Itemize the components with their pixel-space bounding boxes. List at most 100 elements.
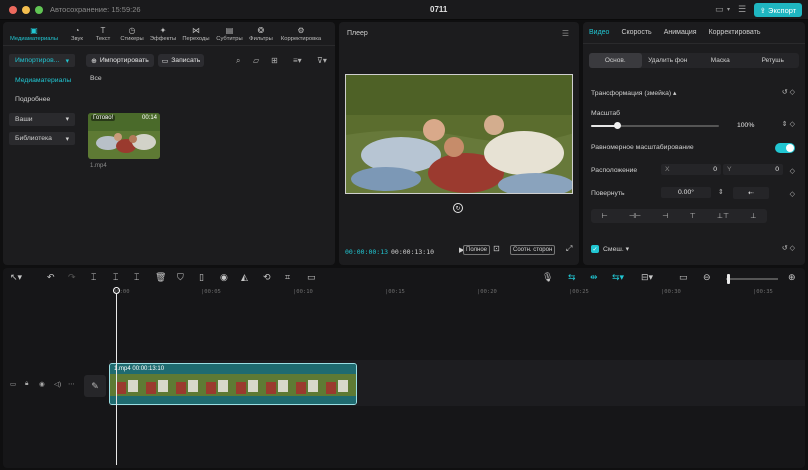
subtab-basic[interactable]: Основ. bbox=[589, 53, 642, 68]
scale-value[interactable]: 100% bbox=[733, 120, 758, 131]
tab-audio[interactable]: ◔ Звук bbox=[65, 22, 89, 45]
split-icon[interactable]: ⌶ bbox=[91, 272, 96, 283]
mirror-icon[interactable]: ◭ bbox=[241, 272, 248, 283]
tab-filters[interactable]: ❂ Фильтры bbox=[246, 22, 276, 45]
edit-cover-button[interactable]: ✎ bbox=[84, 375, 106, 397]
crop-icon[interactable]: ⌗ bbox=[285, 272, 290, 283]
timeline-video-clip[interactable]: 1.mp4 00:00:13:10 bbox=[109, 363, 357, 405]
tab-transitions[interactable]: ⋈ Переходы bbox=[179, 22, 213, 45]
close-window-button[interactable] bbox=[9, 6, 17, 14]
sidebar-item-library[interactable]: Библиотека ▾ bbox=[9, 132, 75, 145]
microphone-icon[interactable]: 🎙︎ bbox=[542, 272, 553, 283]
undo-icon[interactable]: ↶ bbox=[47, 272, 55, 283]
tab-subtitles[interactable]: ▤ Субтитры bbox=[213, 22, 246, 45]
keyframe-icon[interactable]: ◇ bbox=[790, 167, 795, 175]
zoom-slider-knob[interactable] bbox=[727, 274, 730, 284]
sidebar-item-import[interactable]: Импортиров... ▾ bbox=[9, 54, 75, 67]
subtab-mask[interactable]: Маска bbox=[694, 53, 747, 68]
align-left-icon[interactable]: ⊢ bbox=[602, 212, 608, 220]
blend-checkbox[interactable]: ✓ bbox=[591, 245, 599, 253]
search-icon[interactable]: ⌕ bbox=[236, 56, 240, 66]
sort-icon[interactable]: ≡▾ bbox=[293, 56, 302, 65]
select-tool-icon[interactable]: ↖▾ bbox=[10, 272, 22, 283]
reset-keyframe-icons[interactable]: ↺ ◇ bbox=[782, 244, 795, 252]
freeze-icon[interactable]: ▯ bbox=[199, 272, 204, 283]
tab-text[interactable]: T Текст bbox=[89, 22, 117, 45]
zoom-slider[interactable] bbox=[726, 278, 778, 280]
zoom-out-icon[interactable]: ⊖ bbox=[703, 272, 711, 283]
aspect-icon[interactable]: ▭ bbox=[307, 272, 316, 283]
uniform-scale-toggle[interactable] bbox=[775, 143, 795, 153]
redo-icon[interactable]: ↷ bbox=[68, 272, 76, 283]
cover-icon[interactable]: ▭ bbox=[10, 380, 16, 388]
playhead-line[interactable] bbox=[116, 293, 117, 465]
filter-icon[interactable]: ⊽▾ bbox=[317, 56, 327, 65]
full-view-button[interactable]: Полное bbox=[463, 245, 491, 255]
menu-icon[interactable]: ☰ bbox=[738, 4, 746, 15]
import-button[interactable]: ⊕ Импортировать bbox=[86, 54, 154, 67]
minimize-window-button[interactable] bbox=[22, 6, 30, 14]
reset-keyframe-icons[interactable]: ↺ ◇ bbox=[782, 88, 795, 96]
tab-effects[interactable]: ✦ Эффекты bbox=[147, 22, 179, 45]
layout-icon[interactable]: ▭ bbox=[715, 4, 724, 15]
tab-stickers[interactable]: ◷ Стикеры bbox=[117, 22, 147, 45]
speaker-icon[interactable]: ◁) bbox=[54, 380, 61, 388]
sidebar-item-more[interactable]: Подробнее bbox=[9, 93, 75, 106]
linkage-icon[interactable]: ⇆▾ bbox=[612, 272, 624, 283]
rotate-icon[interactable]: ⟲ bbox=[263, 272, 271, 283]
aspect-ratio-button[interactable]: Соотн. сторон bbox=[510, 245, 556, 255]
tab-adjust[interactable]: ⚙ Корректировка bbox=[276, 22, 326, 45]
focus-icon[interactable]: ⊡ bbox=[491, 243, 502, 254]
tab-video[interactable]: Видео bbox=[583, 29, 615, 36]
rotate-handle[interactable]: ↻ bbox=[453, 203, 463, 213]
tab-animation[interactable]: Анимация bbox=[658, 29, 703, 36]
sidebar-item-media[interactable]: Медиаматериалы bbox=[9, 74, 75, 87]
align-center-v-icon[interactable]: ⊥⊤ bbox=[717, 212, 729, 220]
zoom-in-icon[interactable]: ⊕ bbox=[788, 272, 796, 283]
fullscreen-icon[interactable]: ⤢ bbox=[564, 243, 574, 255]
position-x-field[interactable]: X 0 bbox=[661, 164, 721, 175]
folder-icon[interactable]: ▱ bbox=[253, 56, 259, 65]
screen-icon[interactable]: ▭ bbox=[679, 272, 688, 283]
grid-view-icon[interactable]: ⊞ bbox=[271, 56, 278, 65]
rotate-stepper-icon[interactable]: ⇕ bbox=[718, 188, 724, 196]
scale-slider-knob[interactable] bbox=[613, 122, 621, 129]
marker-icon[interactable]: ⛉ bbox=[177, 272, 184, 283]
rotate-flip-icon[interactable]: ⇠ bbox=[733, 187, 769, 199]
menu-icon[interactable]: ☰ bbox=[562, 29, 569, 38]
transform-section-title[interactable]: Трансформация (змейка) ▴ bbox=[591, 89, 676, 97]
blend-section-title[interactable]: Смеш. ▾ bbox=[603, 245, 629, 253]
more-icon[interactable]: ⋯ bbox=[68, 380, 75, 388]
maximize-window-button[interactable] bbox=[35, 6, 43, 14]
split-left-icon[interactable]: ⌶ bbox=[113, 272, 118, 283]
delete-icon[interactable]: 🗑︎ bbox=[155, 272, 166, 283]
tab-adjust[interactable]: Корректировать bbox=[703, 29, 767, 36]
export-button[interactable]: ⇪ Экспорт bbox=[754, 3, 802, 17]
lock-icon[interactable]: 🔒︎ bbox=[25, 380, 28, 388]
tab-speed[interactable]: Скорость bbox=[615, 29, 657, 36]
chevron-down-icon[interactable]: ▾ bbox=[727, 6, 730, 13]
scale-slider[interactable] bbox=[591, 122, 719, 129]
align-top-icon[interactable]: ⊤ bbox=[690, 212, 696, 220]
stepper-keyframe-icons[interactable]: ⇕ ◇ bbox=[782, 120, 795, 128]
eye-icon[interactable]: ◉ bbox=[39, 380, 45, 388]
sidebar-item-yours[interactable]: Ваши ▾ bbox=[9, 112, 75, 126]
subtab-remove-bg[interactable]: Удалить фон bbox=[642, 53, 695, 68]
tab-media[interactable]: ▣ Медиаматериалы bbox=[3, 22, 65, 45]
preview-axis-icon[interactable]: ⊟▾ bbox=[641, 272, 653, 283]
subtab-retouch[interactable]: Ретушь bbox=[747, 53, 800, 68]
media-clip-thumbnail[interactable]: Готово! 00:14 bbox=[88, 113, 160, 159]
align-center-h-icon[interactable]: ⊣⊢ bbox=[629, 212, 641, 220]
keyframe-icon[interactable]: ◇ bbox=[790, 190, 795, 198]
align-right-icon[interactable]: ⊣ bbox=[662, 212, 668, 220]
video-preview[interactable] bbox=[345, 74, 573, 194]
play-reverse-icon[interactable]: ◉ bbox=[220, 272, 228, 283]
record-button[interactable]: ▭ Записать bbox=[158, 54, 204, 67]
align-bottom-icon[interactable]: ⊥ bbox=[750, 212, 756, 220]
position-y-field[interactable]: Y 0 bbox=[723, 164, 783, 175]
auto-snap-icon[interactable]: ⇹ bbox=[590, 272, 598, 283]
rotate-value[interactable]: 0.00° bbox=[661, 187, 711, 198]
split-right-icon[interactable]: ⌶ bbox=[134, 272, 139, 283]
main-track-magnet-icon[interactable]: ⇆ bbox=[568, 272, 576, 283]
timeline-ruler[interactable]: 00:00 |00:05 |00:10 |00:15 |00:20 |00:25… bbox=[109, 288, 805, 298]
